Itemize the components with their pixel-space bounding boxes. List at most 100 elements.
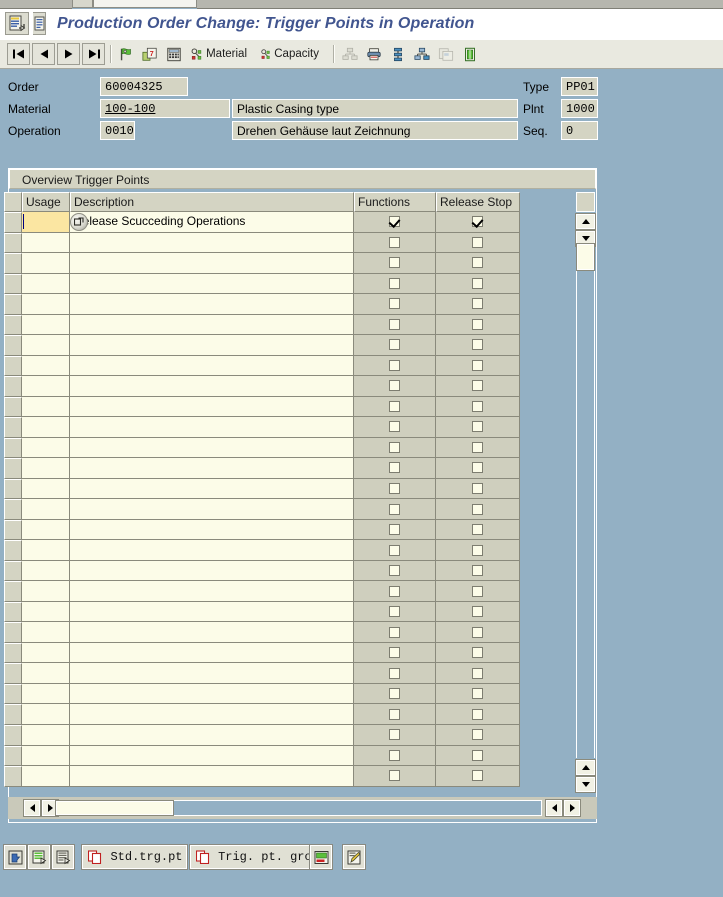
row-selector[interactable] [4,642,22,664]
cell-description[interactable] [70,642,354,664]
table-header-select-all[interactable] [4,192,22,212]
cell-description[interactable] [70,417,354,438]
functions-checkbox[interactable] [389,667,400,679]
table-row[interactable]: Release Scucceding Operations [4,212,574,233]
release-stop-checkbox[interactable] [472,462,483,474]
cell-usage[interactable] [22,232,70,254]
cell-release-stop[interactable] [436,478,520,500]
cell-release-stop[interactable] [436,766,520,787]
row-selector[interactable] [4,663,22,684]
cell-functions[interactable] [354,376,436,397]
table-row[interactable] [4,581,574,602]
functions-checkbox[interactable] [389,318,400,330]
cell-release-stop[interactable] [436,376,520,397]
cell-functions[interactable] [354,355,436,377]
cell-description[interactable] [70,581,354,602]
release-stop-checkbox[interactable] [472,400,483,412]
functions-checkbox[interactable] [389,708,400,720]
table-row[interactable] [4,683,574,705]
cell-usage[interactable] [22,294,70,315]
release-stop-checkbox[interactable] [472,236,483,248]
table-row[interactable] [4,478,574,500]
cell-functions[interactable] [354,663,436,684]
documents-button[interactable]: 7 [139,43,161,65]
cell-usage[interactable] [22,540,70,561]
table-row[interactable] [4,642,574,664]
row-selector[interactable] [4,745,22,767]
release-stop-checkbox[interactable] [472,585,483,597]
cell-release-stop[interactable] [436,437,520,459]
table-row[interactable] [4,437,574,459]
cell-functions[interactable] [354,458,436,479]
cell-description[interactable] [70,396,354,418]
cell-description[interactable]: Release Scucceding Operations [70,212,354,233]
table-scroll-up-button[interactable] [575,213,596,230]
cell-functions[interactable] [354,314,436,336]
cell-release-stop[interactable] [436,663,520,684]
cell-release-stop[interactable] [436,540,520,561]
edit-button[interactable] [342,844,366,870]
release-stop-checkbox[interactable] [472,524,483,536]
log-button[interactable] [459,43,481,65]
cell-functions[interactable] [354,437,436,459]
copy-button[interactable] [435,43,457,65]
table-row[interactable] [4,294,574,315]
table-row[interactable] [4,355,574,377]
row-selector[interactable] [4,622,22,643]
material-field[interactable]: 100-100 [100,99,230,118]
table-header-functions[interactable]: Functions [354,192,436,212]
cell-usage[interactable] [22,458,70,479]
release-stop-checkbox[interactable] [472,544,483,556]
cell-functions[interactable] [354,745,436,767]
cell-functions[interactable] [354,253,436,274]
table-row[interactable] [4,745,574,767]
release-stop-checkbox[interactable] [472,565,483,577]
table-row[interactable] [4,560,574,582]
cell-usage[interactable] [22,622,70,643]
trigger-point-group-button[interactable]: Trig. pt. grou [189,844,324,870]
release-stop-checkbox[interactable] [472,770,483,782]
release-stop-checkbox[interactable] [472,380,483,392]
row-selector[interactable] [4,704,22,725]
row-selector[interactable] [4,683,22,705]
cell-usage[interactable] [22,663,70,684]
functions-checkbox[interactable] [389,298,400,310]
network-button[interactable] [411,43,433,65]
table-row[interactable] [4,458,574,479]
cell-description[interactable] [70,622,354,643]
release-stop-checkbox[interactable] [472,257,483,269]
cell-description[interactable] [70,499,354,520]
table-header-description[interactable]: Description [70,192,354,212]
functions-checkbox[interactable] [389,503,400,515]
release-stop-checkbox[interactable] [472,441,483,453]
release-stop-checkbox[interactable] [472,298,483,310]
table-vertical-scrollbar-thumb[interactable] [576,243,595,271]
cell-description[interactable] [70,683,354,705]
cell-release-stop[interactable] [436,314,520,336]
functions-checkbox[interactable] [389,400,400,412]
functions-checkbox[interactable] [389,626,400,638]
cell-functions[interactable] [354,704,436,725]
table-row[interactable] [4,766,574,787]
table-row[interactable] [4,725,574,746]
functions-checkbox[interactable] [389,565,400,577]
cell-functions[interactable] [354,294,436,315]
deselect-entries-button[interactable] [51,844,75,870]
details-button[interactable] [309,844,333,870]
row-selector[interactable] [4,458,22,479]
cell-description[interactable] [70,540,354,561]
sap-list-icon[interactable] [33,12,46,35]
functions-checkbox[interactable] [389,544,400,556]
cell-release-stop[interactable] [436,417,520,438]
cell-release-stop[interactable] [436,355,520,377]
cell-functions[interactable] [354,540,436,561]
cell-usage[interactable] [22,417,70,438]
cell-description[interactable] [70,437,354,459]
table-page-up-button[interactable] [575,759,596,776]
insert-row-button[interactable] [3,844,27,870]
table-row[interactable] [4,663,574,684]
cell-description[interactable] [70,704,354,725]
row-selector[interactable] [4,294,22,315]
previous-page-button[interactable] [32,43,55,65]
cell-description[interactable] [70,335,354,356]
